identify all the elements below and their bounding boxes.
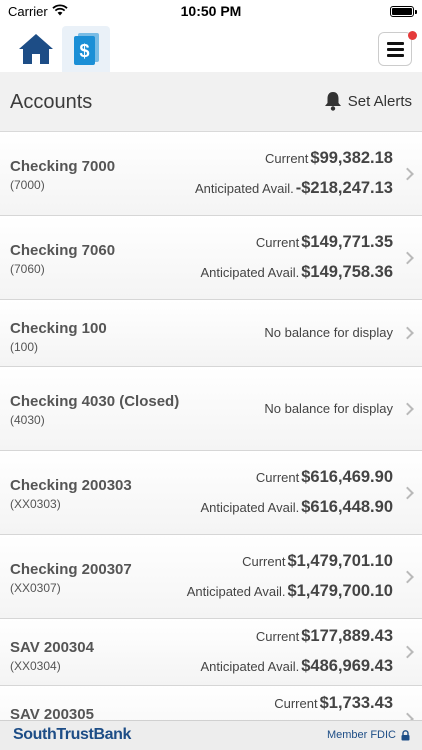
footer: SouthTrustBank Member FDIC (0, 720, 422, 750)
current-label: Current (255, 629, 300, 644)
top-nav: $ (0, 24, 422, 72)
anticipated-amount: $486,969.43 (301, 657, 393, 675)
anticipated-label: Anticipated Avail. (194, 181, 294, 196)
chevron-right-icon (401, 167, 414, 180)
account-number: (XX0304) (10, 659, 61, 673)
account-row-checking-7000[interactable]: Checking 7000 (7000) Current $99,382.18 … (0, 132, 422, 216)
current-balance: Current $616,469.90 (256, 468, 393, 487)
account-name: SAV 200304 (10, 639, 94, 656)
battery-icon (390, 6, 417, 17)
account-list: Checking 7000 (7000) Current $99,382.18 … (0, 132, 422, 750)
current-label: Current (274, 696, 318, 711)
menu-button[interactable] (378, 32, 412, 66)
no-balance-text: No balance for display (264, 325, 393, 340)
account-row-checking-200303[interactable]: Checking 200303 (XX0303) Current $616,46… (0, 451, 422, 535)
anticipated-amount: -$218,247.13 (295, 179, 393, 197)
anticipated-amount: $616,448.90 (301, 498, 393, 516)
current-balance: Current $1,733.43 (274, 694, 393, 713)
current-amount: $177,889.43 (301, 627, 393, 645)
current-label: Current (255, 235, 300, 250)
account-number: (XX0307) (10, 581, 61, 595)
anticipated-label: Anticipated Avail. (186, 584, 286, 599)
chevron-right-icon (401, 326, 414, 340)
notification-badge (408, 31, 417, 40)
anticipated-amount: $149,758.36 (301, 263, 393, 281)
dollar-document-icon: $ (74, 33, 99, 65)
anticipated-label: Anticipated Avail. (200, 265, 300, 280)
svg-text:$: $ (79, 41, 89, 61)
anticipated-balance: Anticipated Avail. $1,479,700.10 (187, 582, 393, 601)
account-row-checking-7060[interactable]: Checking 7060 (7060) Current $149,771.35… (0, 216, 422, 300)
anticipated-balance: Anticipated Avail. -$218,247.13 (195, 179, 393, 198)
chevron-right-icon (401, 645, 414, 659)
current-label: Current (242, 554, 286, 569)
set-alerts-label: Set Alerts (347, 92, 412, 110)
account-name: Checking 200307 (10, 561, 132, 578)
chevron-right-icon (401, 402, 414, 415)
account-number: (4030) (10, 413, 45, 427)
chevron-right-icon (401, 570, 414, 583)
current-amount: $1,733.43 (319, 694, 393, 712)
home-tab[interactable] (12, 26, 60, 72)
anticipated-balance: Anticipated Avail. $486,969.43 (200, 657, 393, 676)
account-number: (XX0303) (10, 497, 61, 511)
account-name: Checking 7000 (10, 158, 116, 175)
home-icon (19, 34, 53, 64)
account-row-checking-100[interactable]: Checking 100 (100) No balance for displa… (0, 300, 422, 367)
account-row-checking-200307[interactable]: Checking 200307 (XX0307) Current $1,479,… (0, 535, 422, 619)
bank-logo: SouthTrustBank (13, 726, 131, 743)
account-row-sav-200304[interactable]: SAV 200304 (XX0304) Current $177,889.43 … (0, 619, 422, 686)
anticipated-label: Anticipated Avail. (200, 500, 300, 515)
accounts-tab[interactable]: $ (62, 26, 110, 72)
current-label: Current (255, 470, 300, 485)
anticipated-balance: Anticipated Avail. $616,448.90 (200, 498, 393, 517)
chevron-right-icon (401, 251, 414, 264)
status-bar: Carrier 10:50 PM (0, 0, 422, 24)
clock: 10:50 PM (180, 3, 242, 19)
account-name: Checking 100 (10, 320, 107, 337)
anticipated-amount: $1,479,700.10 (287, 582, 393, 600)
current-amount: $149,771.35 (301, 233, 393, 251)
no-balance-text: No balance for display (264, 401, 393, 416)
current-balance: Current $149,771.35 (256, 233, 393, 252)
account-number: (100) (10, 340, 39, 354)
set-alerts-button[interactable]: Set Alerts (324, 91, 412, 111)
accounts-header: Accounts Set Alerts (0, 72, 422, 132)
hamburger-menu-icon (386, 41, 404, 45)
account-number: (7000) (10, 178, 45, 192)
current-amount: $616,469.90 (301, 468, 393, 486)
current-balance: Current $99,382.18 (265, 149, 393, 168)
account-name: Checking 4030 (Closed) (10, 393, 180, 410)
account-name: Checking 7060 (10, 242, 116, 259)
account-number: (7060) (10, 262, 45, 276)
anticipated-label: Anticipated Avail. (200, 659, 300, 674)
current-amount: $1,479,701.10 (287, 552, 393, 570)
current-label: Current (265, 151, 309, 166)
current-balance: Current $1,479,701.10 (242, 552, 393, 571)
account-name: Checking 200303 (10, 477, 132, 494)
bell-icon (324, 92, 341, 111)
current-amount: $99,382.18 (310, 149, 393, 167)
account-row-checking-4030[interactable]: Checking 4030 (Closed) (4030) No balance… (0, 367, 422, 451)
member-fdic: Member FDIC (327, 729, 410, 741)
lock-icon (401, 729, 410, 740)
anticipated-balance: Anticipated Avail. $149,758.36 (200, 263, 393, 282)
current-balance: Current $177,889.43 (256, 627, 393, 646)
member-fdic-label: Member FDIC (326, 729, 396, 741)
page-title: Accounts (10, 91, 93, 113)
chevron-right-icon (401, 486, 414, 499)
